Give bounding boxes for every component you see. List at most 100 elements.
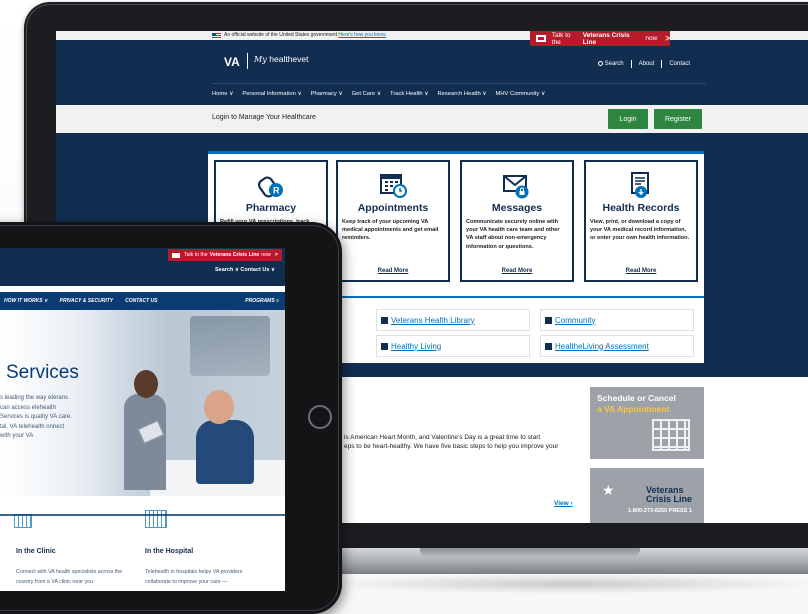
card-messages[interactable]: Messages Communicate securely online wit…: [460, 160, 574, 282]
tablet-nav: HOW IT WORKS ∨ PRIVACY & SECURITY CONTAC…: [0, 292, 285, 310]
site-header: VA My healthevet Search About Contact: [56, 40, 808, 80]
hero-text: s leading the way eterans can access ele…: [0, 395, 72, 440]
nav-pharmacy[interactable]: Pharmacy ∨: [311, 91, 343, 97]
read-more-link[interactable]: Read More: [338, 268, 448, 274]
nav-programs[interactable]: PROGRAMS ≡: [245, 298, 279, 304]
nav-research-health[interactable]: Research Health ∨: [438, 91, 487, 97]
gov-banner: An official website of the United States…: [56, 31, 808, 40]
login-strip: Login to Manage Your Healthcare Login Re…: [56, 105, 808, 133]
laptop-base: [300, 548, 808, 574]
view-link[interactable]: View ›: [554, 500, 573, 507]
quick-link-healthy-living[interactable]: Healthy Living: [376, 335, 530, 357]
article-line: eps to be heart-healthy. We have five ba…: [344, 443, 559, 450]
hero-title: Services: [6, 362, 79, 383]
quick-link-community[interactable]: Community: [540, 309, 694, 331]
phone-card-icon: [536, 35, 546, 42]
article-line: is American Heart Month, and Valentine's…: [344, 434, 541, 441]
crisis-line-tab[interactable]: Talk to the Veterans Crisis Line now >: [530, 31, 670, 46]
crisis-prefix: Talk to the: [551, 31, 571, 46]
link-separator: [661, 60, 663, 68]
runner-icon: [381, 343, 388, 350]
chevron-right-icon: >: [274, 252, 278, 258]
crisis-prefix: Talk to the: [184, 252, 208, 258]
section-text-clinic: Connect with VA health specialists acros…: [16, 569, 123, 585]
card-title: Messages: [491, 202, 543, 214]
nav-get-care[interactable]: Get Care ∨: [352, 91, 381, 97]
star-icon: ★: [602, 482, 615, 498]
card-health-records[interactable]: Health Records View, print, or download …: [584, 160, 698, 282]
crisis-bold: Veterans Crisis Line: [582, 31, 630, 46]
download-record-icon: [631, 172, 649, 198]
quick-link-label: Community: [555, 315, 596, 325]
top-links: Search About Contact: [597, 60, 690, 68]
hero-nurse-head: [134, 370, 158, 398]
calendar-clock-icon: [380, 174, 407, 198]
laptop-shadow: [320, 574, 808, 594]
crisis-bold: Veterans Crisis Line: [209, 252, 260, 258]
crisis-suffix: now: [261, 252, 271, 258]
section-text-hospital: Telehealth in hospitals helps VA provide…: [145, 569, 243, 585]
login-button[interactable]: Login: [608, 109, 648, 129]
promo-line2: a VA Appointment: [597, 404, 670, 414]
card-text: Communicate securely online with your VA…: [466, 219, 560, 250]
mhv-prefix: My: [254, 55, 267, 64]
heart-month-article: is American Heart Month, and Valentine's…: [344, 433, 580, 451]
card-title: Health Records: [602, 202, 680, 214]
card-text: Keep track of your upcoming VA medical a…: [342, 219, 439, 242]
nav-personal-information[interactable]: Personal Information ∨: [242, 91, 301, 97]
pill-bottle-icon: R: [257, 176, 283, 198]
nav-home[interactable]: Home ∨: [212, 91, 233, 97]
quick-link-label: Veterans Health Library: [391, 315, 475, 325]
quick-link-veterans-health-library[interactable]: Veterans Health Library: [376, 309, 530, 331]
heres-how-link[interactable]: Here's how you know: [338, 32, 385, 38]
assessment-icon: [545, 343, 552, 350]
login-strip-label: Login to Manage Your Healthcare: [212, 114, 316, 121]
device-mockup: An official website of the United States…: [0, 0, 808, 614]
tablet-header: Talk to the Veterans Crisis Line now > S…: [0, 248, 285, 286]
book-icon: [381, 317, 388, 324]
tablet-divider: [0, 514, 285, 516]
myhealthevet-logo[interactable]: My healthevet: [254, 54, 309, 64]
quick-link-label: Healthy Living: [391, 341, 442, 351]
crisis-phone: 1-800-273-8255 PRESS 1: [628, 508, 692, 514]
us-flag-icon: [212, 33, 221, 39]
search-icon: [597, 60, 603, 66]
hospital-building-icon: [145, 510, 167, 528]
read-more-link[interactable]: Read More: [586, 268, 696, 274]
crisis-line-promo[interactable]: ★ Veterans Crisis Line 1-800-273-8255 PRE…: [590, 468, 704, 523]
calendar-icon: [652, 419, 690, 451]
envelope-lock-icon: [503, 175, 529, 199]
search-link[interactable]: Search: [597, 60, 624, 67]
card-title: Appointments: [357, 202, 429, 214]
register-button[interactable]: Register: [654, 109, 702, 129]
hero-equipment: [190, 316, 270, 376]
logo-divider: [247, 53, 248, 69]
quick-link-label: HealtheLiving Assessment: [555, 341, 649, 351]
nav-mhv-community[interactable]: MHV Community ∨: [496, 91, 546, 97]
gov-banner-text: An official website of the United States…: [224, 32, 338, 38]
card-text: View, print, or download a copy of your …: [590, 219, 690, 242]
quick-link-healtheliving-assessment[interactable]: HealtheLiving Assessment: [540, 335, 694, 357]
nav-track-health[interactable]: Track Health ∨: [390, 91, 429, 97]
main-nav: Home ∨ Personal Information ∨ Pharmacy ∨…: [212, 83, 706, 103]
nav-how-it-works[interactable]: HOW IT WORKS ∨: [4, 298, 48, 304]
tablet-hero: Services s leading the way eterans can a…: [0, 310, 285, 496]
about-link[interactable]: About: [639, 61, 655, 67]
hero-veteran: [196, 420, 254, 484]
contact-link[interactable]: Contact: [669, 61, 690, 67]
read-more-link[interactable]: Read More: [462, 268, 572, 274]
clinic-building-icon: [14, 514, 32, 528]
nav-contact-us[interactable]: CONTACT US: [125, 298, 157, 304]
schedule-appointment-promo[interactable]: Schedule or Cancel a VA Appointment: [590, 387, 704, 459]
tablet-crisis-line-tab[interactable]: Talk to the Veterans Crisis Line now >: [168, 249, 282, 261]
tablet-top-links[interactable]: Search ∨ Contact Us ∨: [215, 267, 275, 273]
tablet-screen: Talk to the Veterans Crisis Line now > S…: [0, 248, 285, 591]
home-button-icon[interactable]: [308, 405, 332, 429]
nav-privacy-security[interactable]: PRIVACY & SECURITY: [60, 298, 113, 304]
va-logo[interactable]: VA: [224, 55, 240, 69]
phone-card-icon: [172, 252, 180, 258]
svg-text:R: R: [273, 186, 280, 196]
card-appointments[interactable]: Appointments Keep track of your upcoming…: [336, 160, 450, 282]
section-title-hospital: In the Hospital: [145, 548, 194, 555]
section-title-clinic: In the Clinic: [16, 548, 56, 555]
